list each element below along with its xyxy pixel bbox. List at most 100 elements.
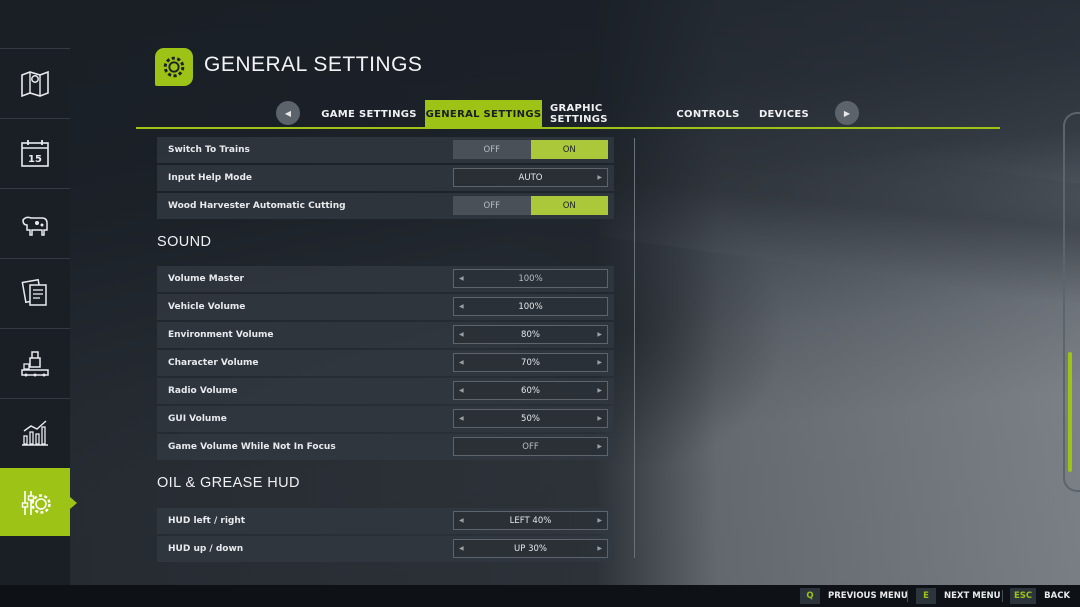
sidebar: 15 <box>0 0 77 585</box>
panel-divider <box>634 138 635 558</box>
chevron-left-icon[interactable]: ◀ <box>459 382 464 399</box>
selector-hud-left-right[interactable]: ◀ LEFT 40% ▶ <box>453 511 608 530</box>
selector-value: 100% <box>518 301 543 312</box>
selector-character-volume[interactable]: ◀ 70% ▶ <box>453 353 608 372</box>
sidebar-item-production[interactable] <box>0 328 70 396</box>
chevron-left-icon[interactable]: ◀ <box>459 410 464 427</box>
page-title: GENERAL SETTINGS <box>204 53 423 76</box>
chevron-right-icon[interactable]: ▶ <box>597 438 602 455</box>
setting-row-hud-up-down: HUD up / down ◀ UP 30% ▶ <box>157 536 614 562</box>
tab-game-settings[interactable]: GAME SETTINGS <box>318 100 420 128</box>
hint-separator <box>907 590 908 602</box>
selector-volume-master[interactable]: ◀ 100% <box>453 269 608 288</box>
hint-previous-menu[interactable]: Q PREVIOUS MENU <box>800 588 908 604</box>
selector-game-volume-not-focus[interactable]: OFF ▶ <box>453 437 608 456</box>
hint-label: BACK <box>1044 591 1071 601</box>
production-icon <box>21 350 49 376</box>
chevron-left-icon[interactable]: ◀ <box>459 540 464 557</box>
chevron-left-icon[interactable]: ◀ <box>459 512 464 529</box>
setting-label: Switch To Trains <box>168 145 250 155</box>
chevron-left-icon[interactable]: ◀ <box>459 354 464 371</box>
toggle-on-option[interactable]: ON <box>530 140 608 159</box>
animals-icon <box>22 216 48 236</box>
selector-value: 50% <box>521 413 540 424</box>
selector-gui-volume[interactable]: ◀ 50% ▶ <box>453 409 608 428</box>
chevron-left-icon[interactable]: ◀ <box>459 298 464 315</box>
selector-value: 60% <box>521 385 540 396</box>
sidebar-item-map[interactable] <box>0 48 70 116</box>
hint-back[interactable]: ESC BACK <box>1010 588 1070 604</box>
hint-label: NEXT MENU <box>944 591 1001 601</box>
selector-value: UP 30% <box>514 543 547 554</box>
setting-row-input-help-mode: Input Help Mode ▶ AUTO <box>157 165 614 191</box>
sidebar-item-statistics[interactable] <box>0 398 70 466</box>
setting-label: Wood Harvester Automatic Cutting <box>168 201 346 211</box>
sidebar-item-animals[interactable] <box>0 188 70 256</box>
setting-label: HUD left / right <box>168 516 246 526</box>
hint-next-menu[interactable]: E NEXT MENU <box>916 588 1001 604</box>
chevron-right-icon[interactable]: ▶ <box>597 354 602 371</box>
statistics-icon <box>22 419 48 446</box>
tab-devices[interactable]: DEVICES <box>752 100 816 128</box>
chevron-right-icon[interactable]: ▶ <box>597 382 602 399</box>
setting-label: Environment Volume <box>168 330 274 340</box>
setting-row-vehicle-volume: Vehicle Volume ◀ 100% <box>157 294 614 320</box>
setting-label: Game Volume While Not In Focus <box>168 442 336 452</box>
tab-controls[interactable]: CONTROLS <box>670 100 746 128</box>
header-gear-icon-badge <box>155 48 193 86</box>
background-overlay <box>70 0 1080 585</box>
contracts-icon <box>21 278 47 306</box>
chevron-right-icon[interactable]: ▶ <box>597 512 602 529</box>
selector-value: AUTO <box>518 172 543 183</box>
setting-row-switch-to-trains: Switch To Trains OFF ON <box>157 137 614 163</box>
calendar-day: 15 <box>28 154 42 165</box>
selector-value: OFF <box>522 441 539 452</box>
chevron-right-icon[interactable]: ▶ <box>597 540 602 557</box>
map-icon <box>21 70 49 97</box>
toggle-off-option[interactable]: OFF <box>453 196 531 215</box>
selector-environment-volume[interactable]: ◀ 80% ▶ <box>453 325 608 344</box>
selector-value: 70% <box>521 357 540 368</box>
setting-row-volume-master: Volume Master ◀ 100% <box>157 266 614 292</box>
tab-next-button[interactable]: ▶ <box>835 101 859 125</box>
key-esc: ESC <box>1010 588 1037 604</box>
chevron-right-icon[interactable]: ▶ <box>597 326 602 343</box>
chevron-right-icon[interactable]: ▶ <box>597 410 602 427</box>
chevron-left-icon[interactable]: ◀ <box>459 326 464 343</box>
tab-prev-button[interactable]: ◀ <box>276 101 300 125</box>
setting-row-hud-left-right: HUD left / right ◀ LEFT 40% ▶ <box>157 508 614 534</box>
selector-input-help-mode[interactable]: ▶ AUTO <box>453 168 608 187</box>
setting-label: Volume Master <box>168 274 244 284</box>
toggle-off-option[interactable]: OFF <box>453 140 531 159</box>
setting-label: Character Volume <box>168 358 259 368</box>
key-q: Q <box>800 588 820 604</box>
setting-label: GUI Volume <box>168 414 227 424</box>
setting-row-game-volume-not-focus: Game Volume While Not In Focus OFF ▶ <box>157 434 614 460</box>
toggle-switch-to-trains[interactable]: OFF ON <box>453 140 608 159</box>
toggle-wood-harvester[interactable]: OFF ON <box>453 196 608 215</box>
gear-icon <box>163 56 185 78</box>
selector-radio-volume[interactable]: ◀ 60% ▶ <box>453 381 608 400</box>
settings-icon <box>21 490 51 515</box>
setting-row-character-volume: Character Volume ◀ 70% ▶ <box>157 350 614 376</box>
sidebar-item-contracts[interactable] <box>0 258 70 326</box>
calendar-icon: 15 <box>21 139 49 167</box>
selector-value: 80% <box>521 329 540 340</box>
scrollbar-thumb[interactable] <box>1068 352 1072 472</box>
chevron-right-icon[interactable]: ▶ <box>597 169 602 186</box>
setting-row-gui-volume: GUI Volume ◀ 50% ▶ <box>157 406 614 432</box>
selector-hud-up-down[interactable]: ◀ UP 30% ▶ <box>453 539 608 558</box>
sidebar-item-settings[interactable] <box>0 468 77 536</box>
section-title-sound: SOUND <box>157 234 212 250</box>
tab-underline <box>136 127 1000 129</box>
chevron-left-icon[interactable]: ◀ <box>459 270 464 287</box>
selector-value: LEFT 40% <box>509 515 552 526</box>
toggle-on-option[interactable]: ON <box>530 196 608 215</box>
tab-general-settings[interactable]: GENERAL SETTINGS <box>425 100 542 128</box>
key-e: E <box>916 588 936 604</box>
chevron-left-icon: ◀ <box>284 108 292 118</box>
tab-graphic-settings[interactable]: GRAPHIC SETTINGS <box>550 100 662 128</box>
selector-vehicle-volume[interactable]: ◀ 100% <box>453 297 608 316</box>
selector-value: 100% <box>518 273 543 284</box>
sidebar-item-calendar[interactable]: 15 <box>0 118 70 186</box>
